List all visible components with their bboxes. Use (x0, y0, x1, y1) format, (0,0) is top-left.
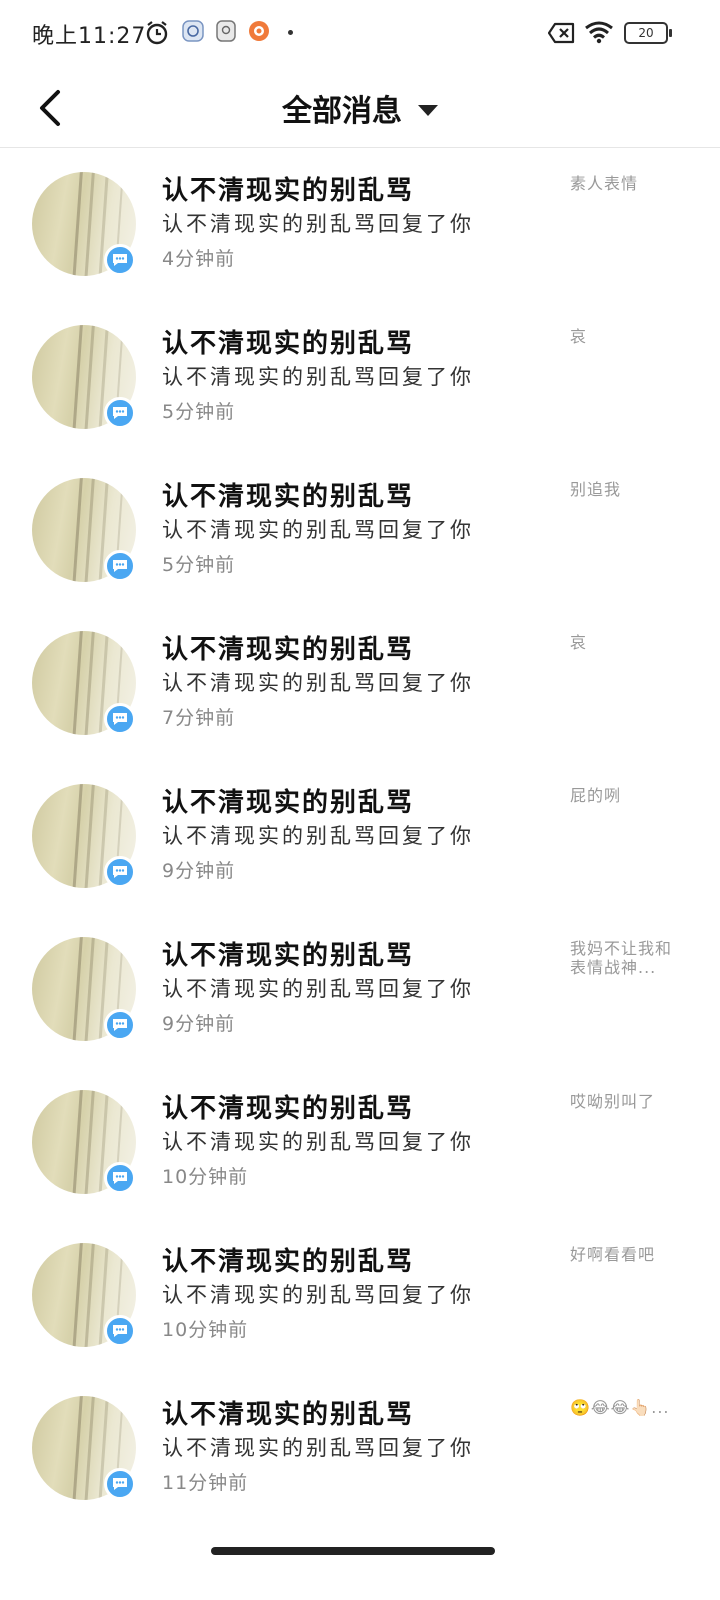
comment-badge-icon (104, 1162, 136, 1194)
header: 全部消息 (0, 68, 720, 148)
message-summary: 认不清现实的别乱骂回复了你 (162, 212, 474, 236)
status-time: 晚上11:27 (32, 24, 147, 49)
message-time: 10分钟前 (162, 1166, 249, 1188)
sender-name: 认不清现实的别乱骂 (162, 788, 415, 818)
comment-badge-icon (104, 550, 136, 582)
comment-preview: 哀 (570, 327, 588, 346)
comment-badge-icon (104, 1468, 136, 1500)
battery-icon: 20 (624, 22, 672, 44)
message-summary: 认不清现实的别乱骂回复了你 (162, 671, 474, 695)
comment-preview: 好啊看看吧 (570, 1245, 656, 1264)
back-arrow-icon (40, 90, 60, 126)
sender-name: 认不清现实的别乱骂 (162, 329, 415, 359)
comment-badge-icon (104, 856, 136, 888)
message-time: 5分钟前 (162, 401, 236, 423)
comment-preview: 哎呦别叫了 (570, 1092, 656, 1111)
message-item[interactable]: 认不清现实的别乱骂 认不清现实的别乱骂回复了你 5分钟前 哀 (0, 301, 720, 454)
page-title: 全部消息 (282, 94, 402, 129)
message-item[interactable]: 认不清现实的别乱骂 认不清现实的别乱骂回复了你 9分钟前 我妈不让我和表情战神.… (0, 913, 720, 1066)
comment-badge-icon (104, 397, 136, 429)
message-summary: 认不清现实的别乱骂回复了你 (162, 1130, 474, 1154)
message-time: 11分钟前 (162, 1472, 249, 1494)
app-icon-3 (248, 20, 272, 44)
message-time: 9分钟前 (162, 1013, 236, 1035)
comment-badge-icon (104, 1009, 136, 1041)
message-item[interactable]: 认不清现实的别乱骂 认不清现实的别乱骂回复了你 10分钟前 好啊看看吧 (0, 1219, 720, 1372)
message-time: 10分钟前 (162, 1319, 249, 1341)
sender-name: 认不清现实的别乱骂 (162, 635, 415, 665)
battery-level: 20 (638, 26, 654, 40)
sender-name: 认不清现实的别乱骂 (162, 482, 415, 512)
message-item[interactable]: 认不清现实的别乱骂 认不清现实的别乱骂回复了你 9分钟前 屁的咧 (0, 760, 720, 913)
message-summary: 认不清现实的别乱骂回复了你 (162, 518, 474, 542)
back-button[interactable] (26, 80, 74, 136)
alarm-clock-icon (144, 20, 168, 45)
app-icon-1 (182, 20, 206, 44)
comment-preview: 🙄😂😂👆🏻... (570, 1398, 670, 1417)
wifi-icon (584, 20, 614, 44)
comment-badge-icon (104, 703, 136, 735)
message-summary: 认不清现实的别乱骂回复了你 (162, 824, 474, 848)
no-sim-icon (547, 22, 576, 46)
message-summary: 认不清现实的别乱骂回复了你 (162, 1283, 474, 1307)
home-indicator[interactable] (211, 1547, 495, 1555)
caret-down-icon (418, 104, 438, 116)
message-time: 7分钟前 (162, 707, 236, 729)
comment-preview: 素人表情 (570, 174, 639, 193)
title-dropdown[interactable]: 全部消息 (0, 68, 720, 148)
message-item[interactable]: 认不清现实的别乱骂 认不清现实的别乱骂回复了你 7分钟前 哀 (0, 607, 720, 760)
sender-name: 认不清现实的别乱骂 (162, 941, 415, 971)
comment-badge-icon (104, 244, 136, 276)
sender-name: 认不清现实的别乱骂 (162, 1400, 415, 1430)
message-item[interactable]: 认不清现实的别乱骂 认不清现实的别乱骂回复了你 5分钟前 别追我 (0, 454, 720, 607)
message-time: 9分钟前 (162, 860, 236, 882)
comment-preview: 我妈不让我和表情战神... (570, 939, 673, 977)
app-icon-2 (215, 20, 239, 44)
sender-name: 认不清现实的别乱骂 (162, 176, 415, 206)
sender-name: 认不清现实的别乱骂 (162, 1247, 415, 1277)
message-item[interactable]: 认不清现实的别乱骂 认不清现实的别乱骂回复了你 4分钟前 素人表情 (0, 148, 720, 301)
sender-name: 认不清现实的别乱骂 (162, 1094, 415, 1124)
message-item[interactable]: 认不清现实的别乱骂 认不清现实的别乱骂回复了你 11分钟前 🙄😂😂👆🏻... (0, 1372, 720, 1525)
message-time: 5分钟前 (162, 554, 236, 576)
status-bar: 晚上11:27 20 (0, 0, 720, 68)
status-dot (288, 30, 293, 35)
message-summary: 认不清现实的别乱骂回复了你 (162, 977, 474, 1001)
comment-preview: 屁的咧 (570, 786, 622, 805)
comment-preview: 哀 (570, 633, 588, 652)
message-summary: 认不清现实的别乱骂回复了你 (162, 365, 474, 389)
comment-preview: 别追我 (570, 480, 622, 499)
message-time: 4分钟前 (162, 248, 236, 270)
message-item[interactable]: 认不清现实的别乱骂 认不清现实的别乱骂回复了你 10分钟前 哎呦别叫了 (0, 1066, 720, 1219)
message-list: 认不清现实的别乱骂 认不清现实的别乱骂回复了你 4分钟前 素人表情 认不清现实的… (0, 148, 720, 1525)
comment-badge-icon (104, 1315, 136, 1347)
message-summary: 认不清现实的别乱骂回复了你 (162, 1436, 474, 1460)
